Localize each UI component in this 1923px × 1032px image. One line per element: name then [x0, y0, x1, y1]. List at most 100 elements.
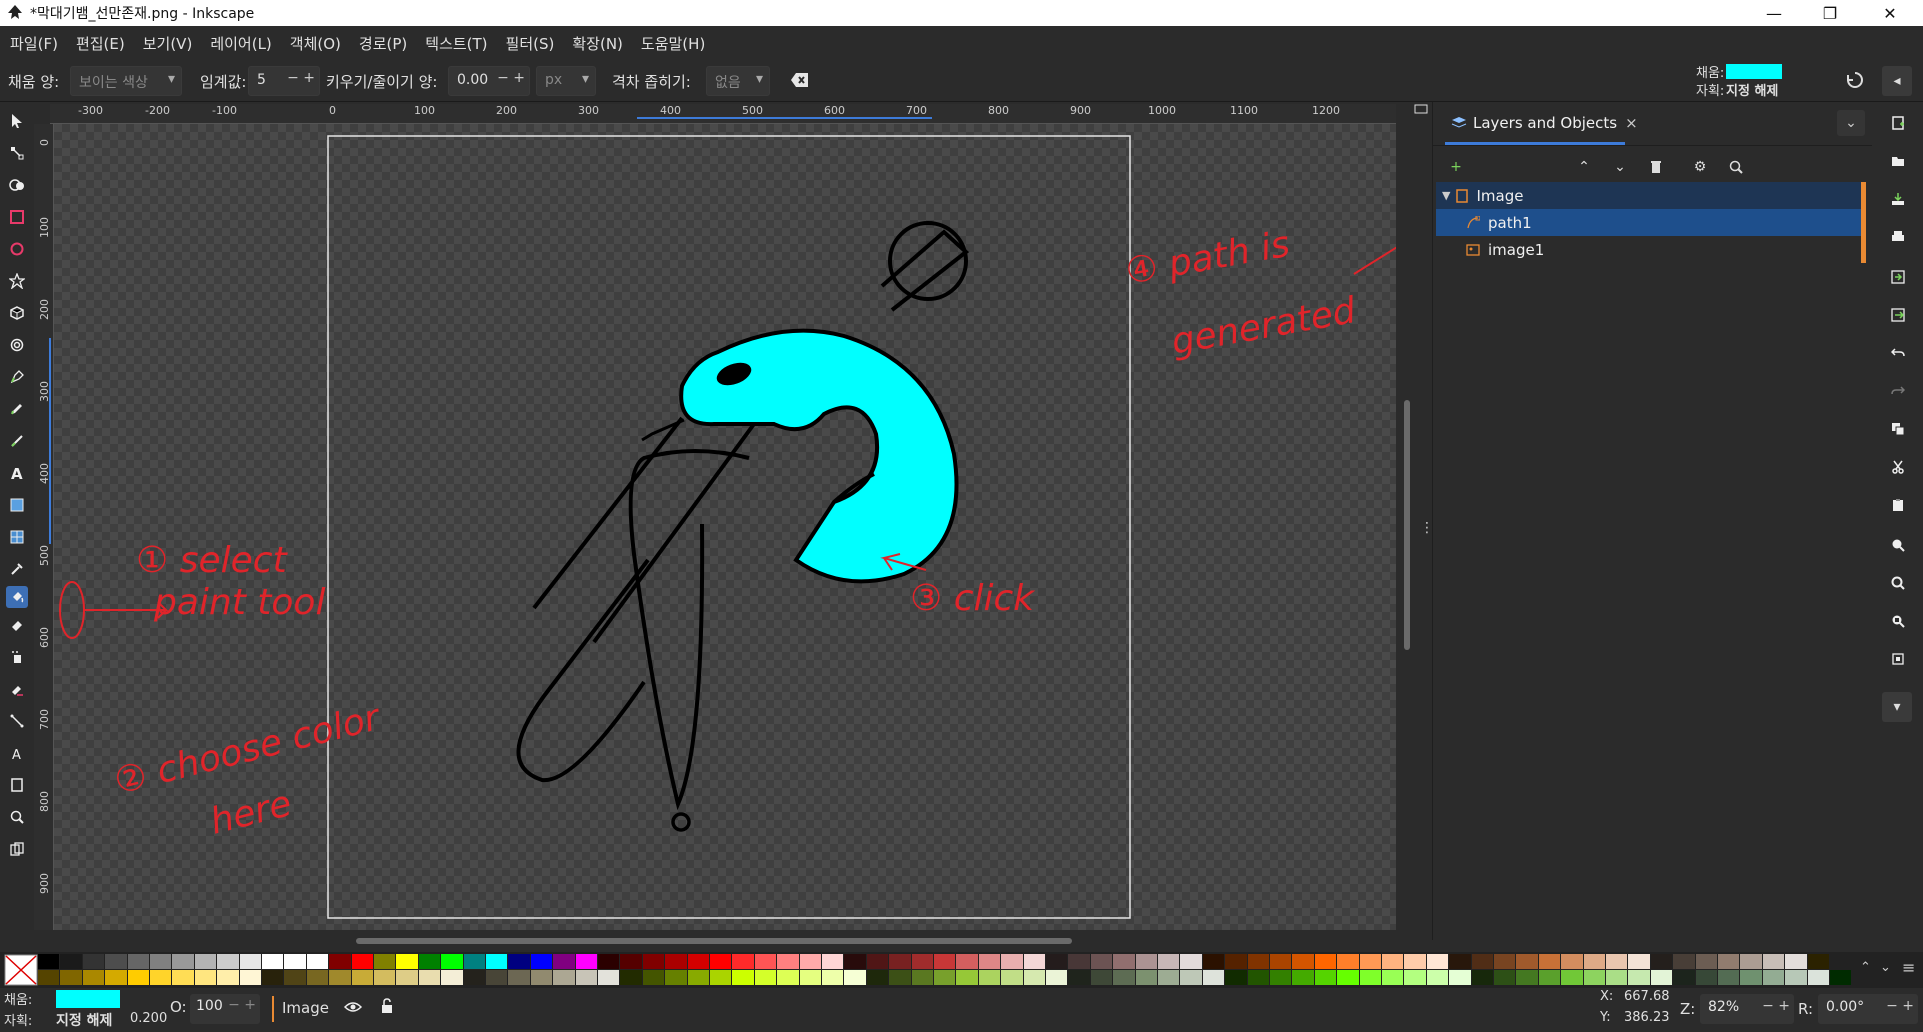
color-swatch[interactable] — [1494, 970, 1516, 985]
more-commands-chevron-icon[interactable]: ▾ — [1882, 692, 1912, 722]
color-swatch[interactable] — [239, 954, 261, 969]
color-swatch[interactable] — [530, 970, 553, 985]
color-swatch[interactable] — [934, 970, 956, 985]
spiral-tool-icon[interactable] — [6, 334, 28, 356]
menu-help[interactable]: 도움말(H) — [641, 33, 705, 54]
raise-icon[interactable]: ⌃ — [1575, 158, 1593, 176]
horizontal-scrollbar[interactable] — [356, 938, 1072, 944]
color-swatch[interactable] — [620, 970, 642, 985]
palette-scroll-up-icon[interactable]: ⌃ — [1860, 960, 1871, 975]
ellipse-tool-icon[interactable] — [6, 238, 28, 260]
stroke-width-value[interactable]: 0.200 — [130, 1011, 167, 1026]
object-row-path1[interactable]: path1 — [1436, 209, 1866, 236]
color-swatch[interactable] — [1382, 954, 1404, 969]
color-swatch[interactable] — [665, 954, 687, 969]
color-swatch[interactable] — [530, 954, 553, 969]
color-swatch[interactable] — [1090, 970, 1113, 985]
color-swatch[interactable] — [150, 970, 172, 985]
color-swatch[interactable] — [1225, 970, 1247, 985]
color-swatch[interactable] — [1090, 954, 1113, 969]
color-swatch[interactable] — [844, 954, 866, 969]
color-swatch[interactable] — [911, 954, 933, 969]
copy-icon[interactable] — [1887, 418, 1909, 440]
current-layer-name[interactable]: Image — [282, 999, 329, 1017]
color-swatch[interactable] — [1023, 954, 1045, 969]
menu-filters[interactable]: 필터(S) — [506, 33, 555, 54]
color-swatch[interactable] — [687, 954, 709, 969]
zoom-drawing-icon[interactable] — [1887, 572, 1909, 594]
color-swatch[interactable] — [1785, 954, 1807, 969]
close-gaps-dropdown[interactable]: 없음 ▾ — [706, 66, 770, 96]
color-swatch[interactable] — [1650, 954, 1673, 969]
color-swatch[interactable] — [1718, 970, 1740, 985]
color-swatch[interactable] — [374, 954, 396, 969]
color-swatch[interactable] — [1292, 970, 1314, 985]
color-swatch[interactable] — [172, 970, 194, 985]
color-swatch[interactable] — [351, 970, 373, 985]
tab-layers-objects[interactable]: Layers and Objects × — [1451, 114, 1638, 132]
pages-tool-icon[interactable] — [6, 774, 28, 796]
menu-object[interactable]: 객체(O) — [290, 33, 341, 54]
pencil-tool-icon[interactable] — [6, 398, 28, 420]
measure-tool-icon[interactable] — [6, 838, 28, 860]
rotate-spinbox[interactable]: 0.00° − + — [1818, 994, 1918, 1024]
color-swatch[interactable] — [754, 954, 777, 969]
color-swatch[interactable] — [239, 970, 261, 985]
color-swatch[interactable] — [1762, 954, 1785, 969]
color-swatch[interactable] — [1202, 970, 1225, 985]
color-swatch[interactable] — [82, 954, 105, 969]
search-icon[interactable] — [1727, 158, 1745, 176]
3d-box-tool-icon[interactable] — [6, 302, 28, 324]
color-swatch[interactable] — [575, 954, 597, 969]
gradient-tool-icon[interactable] — [6, 494, 28, 516]
color-swatch[interactable] — [1001, 954, 1023, 969]
color-swatch[interactable] — [1583, 954, 1605, 969]
color-swatch[interactable] — [1404, 970, 1426, 985]
color-swatch[interactable] — [1023, 970, 1045, 985]
color-swatch[interactable] — [38, 970, 60, 985]
color-swatch[interactable] — [463, 954, 485, 969]
zoom-page-icon[interactable] — [1887, 610, 1909, 632]
tab-close-icon[interactable]: × — [1625, 114, 1638, 132]
color-swatch[interactable] — [1561, 954, 1583, 969]
color-swatch[interactable] — [642, 970, 665, 985]
node-tool-icon[interactable] — [6, 142, 28, 164]
color-swatch[interactable] — [1068, 970, 1090, 985]
print-icon[interactable] — [1887, 226, 1909, 248]
color-swatch[interactable] — [1740, 970, 1762, 985]
color-swatch[interactable] — [754, 970, 777, 985]
color-swatch[interactable] — [598, 954, 620, 969]
color-swatch[interactable] — [1068, 954, 1090, 969]
color-swatch[interactable] — [687, 970, 709, 985]
maximize-button[interactable]: ❐ — [1802, 0, 1858, 26]
menu-layer[interactable]: 레이어(L) — [210, 33, 271, 54]
layer-visibility-eye-icon[interactable] — [344, 1000, 362, 1014]
color-swatch[interactable] — [1202, 954, 1225, 969]
color-swatch[interactable] — [262, 954, 284, 969]
no-paint-swatch-icon[interactable] — [4, 954, 38, 986]
color-swatch[interactable] — [38, 954, 60, 969]
color-swatch[interactable] — [575, 970, 597, 985]
color-swatch[interactable] — [60, 970, 82, 985]
color-swatch[interactable] — [172, 954, 194, 969]
drawing-canvas[interactable]: ① select paint tool ② choose color here … — [54, 124, 1396, 930]
close-button[interactable]: ✕ — [1862, 0, 1918, 26]
color-swatch[interactable] — [194, 954, 217, 969]
color-swatch[interactable] — [306, 970, 329, 985]
lower-icon[interactable]: ⌄ — [1611, 158, 1629, 176]
export-icon[interactable] — [1887, 304, 1909, 326]
color-swatch[interactable] — [889, 970, 911, 985]
color-swatch[interactable] — [866, 954, 889, 969]
color-swatch[interactable] — [1314, 954, 1337, 969]
layer-row-image[interactable]: ▼ Image — [1436, 182, 1866, 209]
color-swatch[interactable] — [799, 970, 821, 985]
color-swatch[interactable] — [1494, 954, 1516, 969]
color-swatch[interactable] — [777, 954, 799, 969]
color-swatch[interactable] — [1135, 954, 1157, 969]
color-swatch[interactable] — [194, 970, 217, 985]
panel-menu-chevron-down-icon[interactable]: ⌄ — [1837, 110, 1865, 136]
color-swatch[interactable] — [1650, 970, 1673, 985]
color-swatch[interactable] — [665, 970, 687, 985]
color-swatch[interactable] — [1628, 970, 1650, 985]
color-swatch[interactable] — [1426, 970, 1449, 985]
